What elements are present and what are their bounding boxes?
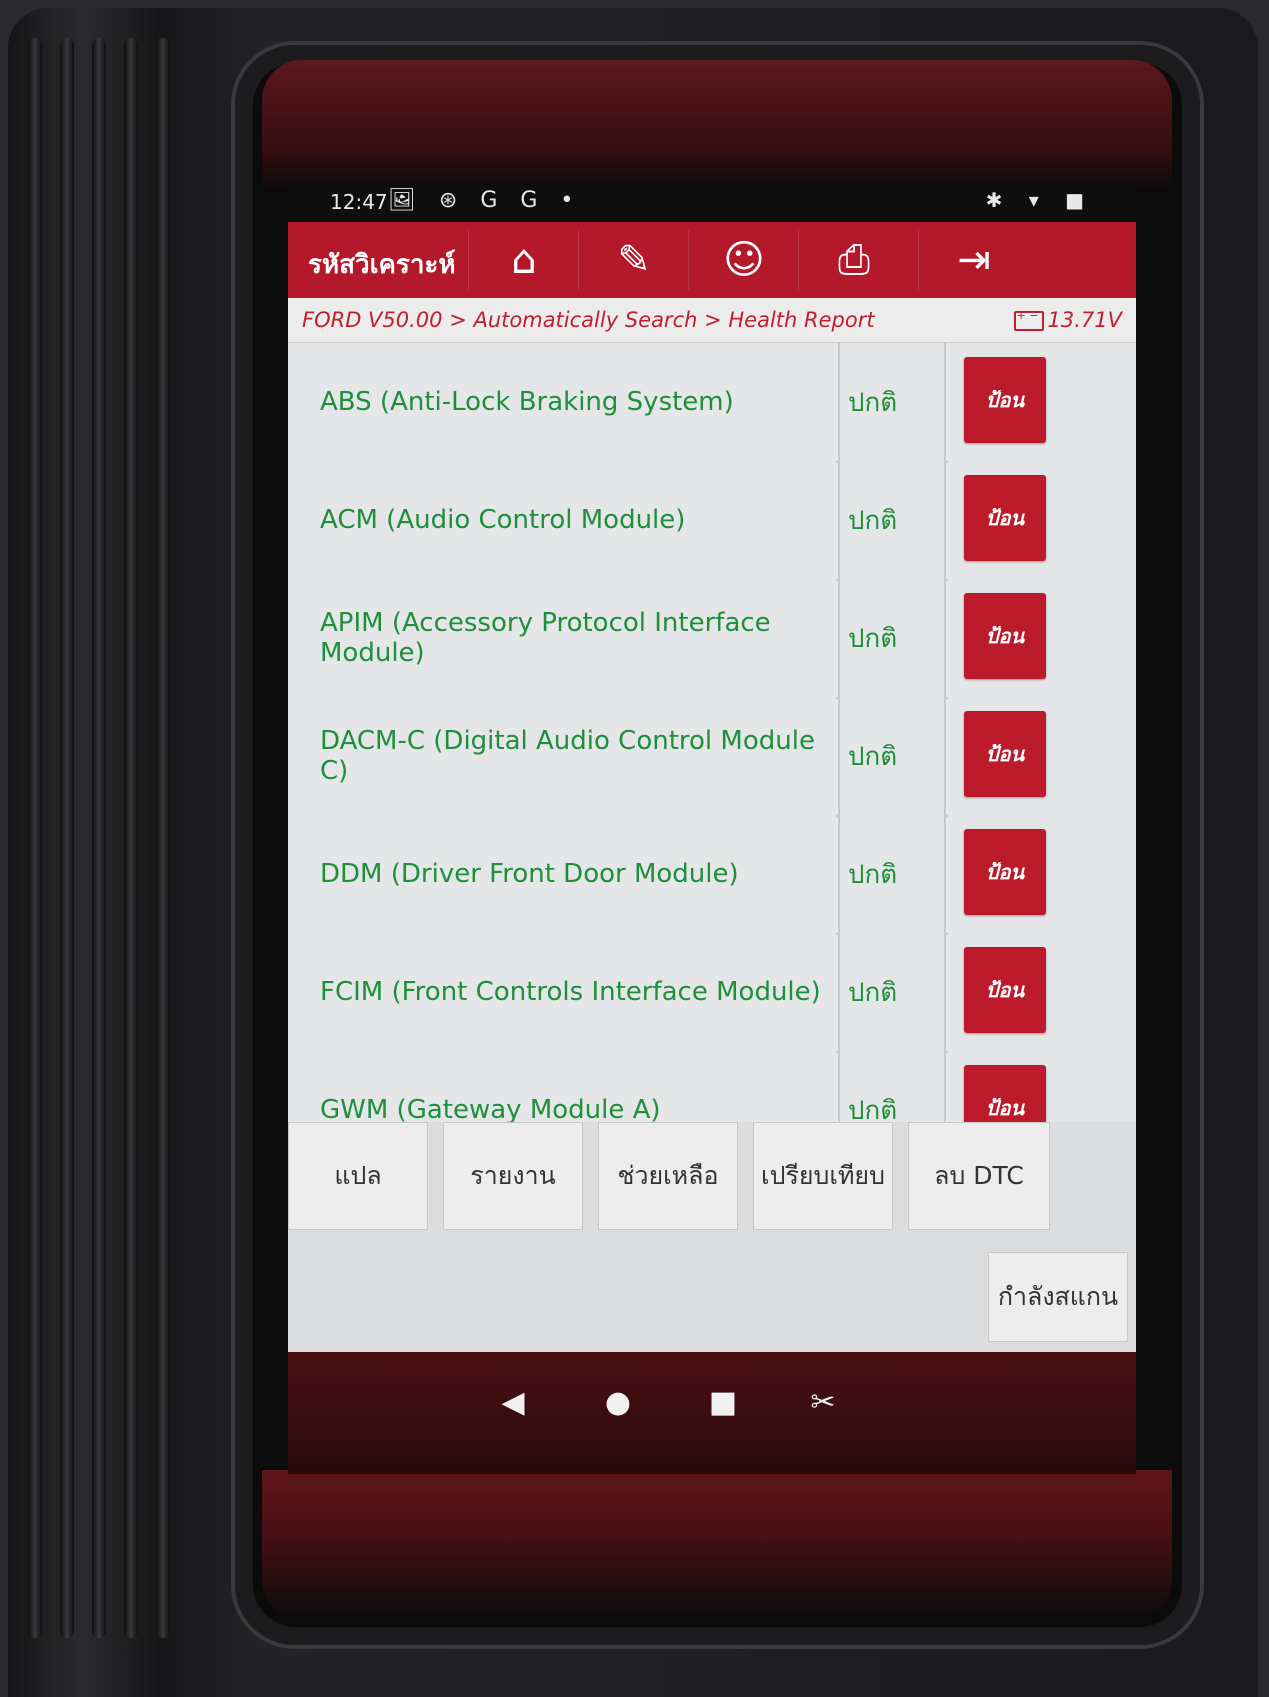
table-row: ACM (Audio Control Module) ปกติ ป้อน [288, 461, 1136, 581]
voltage-value: 13.71V [1047, 308, 1122, 332]
module-status: ปกติ [838, 697, 946, 815]
status-bar: 12:47 🖼 ⊛ G G • ✱ ▾ ■ [288, 182, 1136, 222]
clear-dtc-button[interactable]: ลบ DTC [908, 1122, 1050, 1230]
bezel-top-reflection [262, 60, 1172, 190]
module-name: APIM (Accessory Protocol Interface Modul… [288, 579, 836, 697]
translate-button[interactable]: แปล [288, 1122, 428, 1230]
module-status: ปกติ [838, 815, 946, 933]
device-grip-ribs [28, 38, 198, 1638]
print-button[interactable]: ⎙ [798, 230, 909, 290]
table-row: ABS (Anti-Lock Braking System) ปกติ ป้อน [288, 343, 1136, 463]
scissors-icon: ✂ [810, 1384, 836, 1420]
table-row: DDM (Driver Front Door Module) ปกติ ป้อน [288, 815, 1136, 935]
battery-voltage: 13.71V [1013, 308, 1122, 332]
android-nav-bar: ◀ ● ■ ✂ [288, 1352, 1136, 1474]
page-title: รหัสวิเคราะห์ [308, 250, 456, 280]
module-status: ปกติ [838, 461, 946, 579]
edit-icon: ✎ [617, 237, 651, 283]
battery-icon [1013, 309, 1044, 331]
system-status-icons: ✱ ▾ ■ [985, 188, 1094, 212]
module-name: ABS (Anti-Lock Braking System) [288, 343, 836, 461]
screenshot-button[interactable]: ✂ [793, 1372, 853, 1432]
enter-button[interactable]: ป้อน [964, 357, 1046, 443]
module-name: ACM (Audio Control Module) [288, 461, 836, 579]
title-bar: รหัสวิเคราะห์ ⌂ ✎ ☺ ⎙ ⇥ [288, 222, 1136, 298]
home-nav-button[interactable]: ● [588, 1372, 648, 1432]
exit-button[interactable]: ⇥ [918, 230, 1029, 290]
bottom-toolbar: แปล รายงาน ช่วยเหลือ เปรียบเทียบ ลบ DTC … [288, 1122, 1136, 1352]
module-name: DDM (Driver Front Door Module) [288, 815, 836, 933]
help-button[interactable]: ช่วยเหลือ [598, 1122, 738, 1230]
compare-button[interactable]: เปรียบเทียบ [753, 1122, 893, 1230]
edit-button[interactable]: ✎ [578, 230, 689, 290]
user-icon: ☺ [723, 237, 765, 283]
back-button[interactable]: ◀ [483, 1372, 543, 1432]
breadcrumb-bar: FORD V50.00 > Automatically Search > Hea… [288, 298, 1136, 343]
status-time: 12:47 [330, 190, 388, 214]
enter-button[interactable]: ป้อน [964, 829, 1046, 915]
report-button[interactable]: รายงาน [443, 1122, 583, 1230]
module-status: ปกติ [838, 343, 946, 461]
notification-icons: 🖼 ⊛ G G • [388, 188, 582, 213]
module-status: ปกติ [838, 579, 946, 697]
home-icon: ⌂ [511, 237, 537, 283]
enter-button[interactable]: ป้อน [964, 711, 1046, 797]
enter-button[interactable]: ป้อน [964, 947, 1046, 1033]
enter-button[interactable]: ป้อน [964, 593, 1046, 679]
table-row: DACM-C (Digital Audio Control Module C) … [288, 697, 1136, 817]
module-name: FCIM (Front Controls Interface Module) [288, 933, 836, 1051]
table-row: FCIM (Front Controls Interface Module) ป… [288, 933, 1136, 1053]
enter-button[interactable]: ป้อน [964, 475, 1046, 561]
support-button[interactable]: ☺ [688, 230, 799, 290]
circle-home-icon: ● [604, 1384, 632, 1420]
recents-button[interactable]: ■ [693, 1372, 753, 1432]
breadcrumb: FORD V50.00 > Automatically Search > Hea… [302, 308, 875, 332]
recents-icon: ■ [708, 1384, 738, 1420]
home-button[interactable]: ⌂ [468, 230, 579, 290]
exit-icon: ⇥ [957, 237, 991, 283]
device-screen: 12:47 🖼 ⊛ G G • ✱ ▾ ■ รหัสวิเคราะห์ ⌂ ✎ … [288, 182, 1136, 1474]
scanning-button[interactable]: กำลังสแกน [988, 1252, 1128, 1342]
module-name: DACM-C (Digital Audio Control Module C) [288, 697, 836, 815]
table-row: APIM (Accessory Protocol Interface Modul… [288, 579, 1136, 699]
back-icon: ◀ [501, 1384, 525, 1420]
bezel-bottom [262, 1470, 1172, 1620]
module-status: ปกติ [838, 933, 946, 1051]
printer-icon: ⎙ [838, 237, 870, 283]
